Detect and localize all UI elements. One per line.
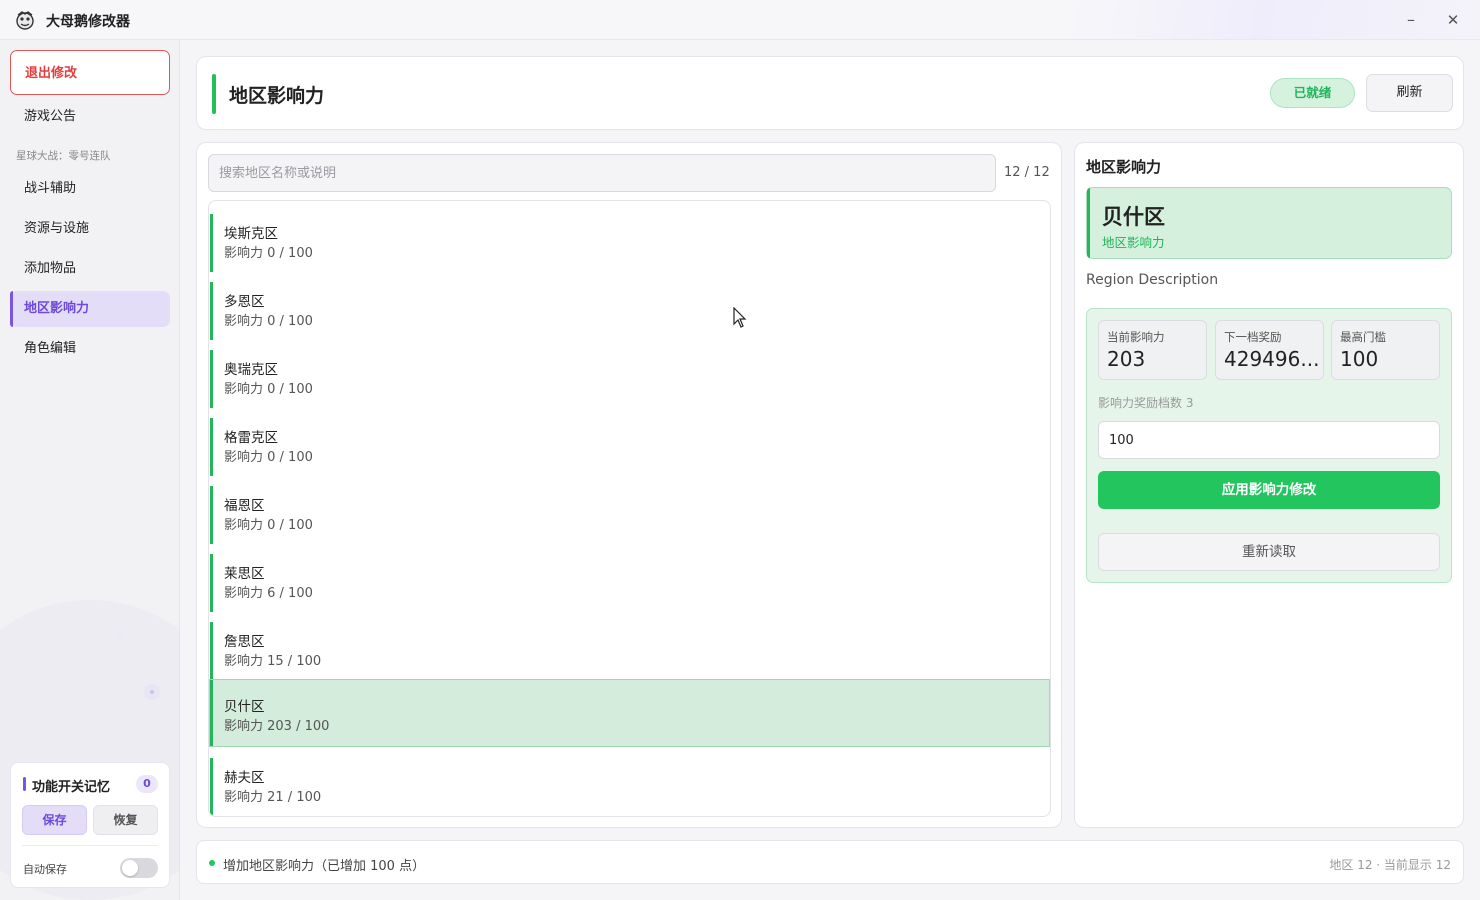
list-item[interactable]: 詹思区 影响力 15 / 100: [210, 622, 1049, 680]
stat-label: 下一档奖励: [1224, 330, 1282, 344]
influence-edit-panel: 当前影响力 203 下一档奖励 429496... 最高门槛 100 影响力奖励…: [1086, 308, 1452, 583]
exit-mod-button[interactable]: 退出修改: [10, 50, 170, 95]
region-name: 多恩区: [224, 294, 265, 310]
selected-region-card: 贝什区 地区影响力: [1086, 187, 1452, 259]
sidebar-item-region-influence[interactable]: 地区影响力: [10, 291, 170, 327]
mouse-cursor-icon: [733, 307, 747, 328]
divider: [22, 845, 158, 846]
region-detail-panel: 地区影响力 贝什区 地区影响力 Region Description 当前影响力…: [1074, 142, 1464, 828]
app-title: 大母鹅修改器: [46, 14, 130, 30]
region-influence: 影响力 203 / 100: [224, 719, 330, 734]
reward-tier-label: 影响力奖励档数 3: [1098, 396, 1194, 410]
search-input[interactable]: [208, 154, 996, 192]
accent-bar: [23, 777, 26, 791]
close-button[interactable]: ✕: [1441, 9, 1465, 31]
sidebar-item-announcement[interactable]: 游戏公告: [10, 99, 170, 135]
stat-value: 429496...: [1224, 347, 1320, 371]
sidebar-decoration-dot: [144, 684, 160, 700]
restore-button[interactable]: 恢复: [93, 805, 158, 835]
minimize-button[interactable]: –: [1399, 9, 1423, 31]
sidebar-item-combat[interactable]: 战斗辅助: [10, 171, 170, 207]
sidebar-item-resources[interactable]: 资源与设施: [10, 211, 170, 247]
region-name: 格雷克区: [224, 430, 278, 446]
save-button[interactable]: 保存: [22, 805, 87, 835]
list-item[interactable]: 奥瑞克区 影响力 0 / 100: [210, 350, 1049, 408]
stat-label: 最高门槛: [1340, 330, 1386, 344]
status-bar: 增加地区影响力（已增加 100 点） 地区 12 · 当前显示 12: [196, 840, 1464, 884]
page-header: 地区影响力 已就绪 刷新: [196, 56, 1464, 130]
detail-heading: 地区影响力: [1086, 158, 1162, 176]
region-name: 奥瑞克区: [224, 362, 278, 378]
feature-memory-title: 功能开关记忆: [32, 780, 111, 795]
current-influence-stat: 当前影响力 203: [1098, 320, 1207, 380]
region-list: 埃斯克区 影响力 0 / 100 多恩区 影响力 0 / 100 奥瑞克区 影响…: [208, 200, 1051, 817]
next-reward-stat: 下一档奖励 429496...: [1215, 320, 1324, 380]
list-item-selected[interactable]: 贝什区 影响力 203 / 100: [209, 679, 1050, 747]
selected-region-name: 贝什区: [1102, 205, 1165, 229]
status-indicator-icon: [209, 860, 215, 866]
region-influence: 影响力 0 / 100: [224, 246, 313, 261]
list-item[interactable]: 赫夫区 影响力 21 / 100: [210, 758, 1049, 816]
region-description: Region Description: [1086, 272, 1219, 288]
region-influence: 影响力 0 / 100: [224, 518, 313, 533]
region-name: 莱思区: [224, 566, 265, 582]
sidebar-item-character-edit[interactable]: 角色编辑: [10, 331, 170, 367]
influence-value-input[interactable]: [1098, 421, 1440, 459]
reread-button[interactable]: 重新读取: [1098, 533, 1440, 571]
stat-value: 203: [1107, 347, 1146, 371]
region-name: 詹思区: [224, 634, 265, 650]
list-item[interactable]: 格雷克区 影响力 0 / 100: [210, 418, 1049, 476]
region-influence: 影响力 0 / 100: [224, 382, 313, 397]
status-badge: 已就绪: [1270, 78, 1355, 108]
region-influence: 影响力 21 / 100: [224, 790, 322, 805]
sidebar-group-label: 星球大战：零号连队: [16, 150, 111, 162]
result-count: 12 / 12: [1004, 165, 1050, 180]
list-item[interactable]: 福恩区 影响力 0 / 100: [210, 486, 1049, 544]
status-summary: 地区 12 · 当前显示 12: [1329, 858, 1451, 872]
list-item[interactable]: 多恩区 影响力 0 / 100: [210, 282, 1049, 340]
stat-label: 当前影响力: [1107, 330, 1165, 344]
apply-influence-button[interactable]: 应用影响力修改: [1098, 471, 1440, 509]
accent-bar: [212, 74, 216, 114]
region-influence: 影响力 15 / 100: [224, 654, 322, 669]
region-influence: 影响力 0 / 100: [224, 450, 313, 465]
sidebar-item-add-items[interactable]: 添加物品: [10, 251, 170, 287]
max-threshold-stat: 最高门槛 100: [1331, 320, 1440, 380]
region-name: 埃斯克区: [224, 226, 278, 242]
status-message: 增加地区影响力（已增加 100 点）: [223, 859, 426, 874]
goose-logo-icon: [16, 11, 34, 30]
refresh-button[interactable]: 刷新: [1366, 74, 1453, 112]
region-name: 福恩区: [224, 498, 265, 514]
feature-memory-card: 功能开关记忆 0 保存 恢复 自动保存: [10, 762, 170, 888]
sidebar: 退出修改 游戏公告 星球大战：零号连队 战斗辅助 资源与设施 添加物品 地区影响…: [0, 40, 180, 900]
region-name: 贝什区: [224, 699, 265, 715]
list-item[interactable]: 埃斯克区 影响力 0 / 100: [210, 214, 1049, 272]
stat-value: 100: [1340, 347, 1379, 371]
region-influence: 影响力 0 / 100: [224, 314, 313, 329]
selected-region-subtitle: 地区影响力: [1102, 235, 1165, 250]
page-title: 地区影响力: [229, 85, 325, 107]
auto-save-toggle[interactable]: [120, 858, 158, 878]
list-item[interactable]: 莱思区 影响力 6 / 100: [210, 554, 1049, 612]
region-list-panel: 12 / 12 埃斯克区 影响力 0 / 100 多恩区 影响力 0 / 100…: [196, 142, 1062, 828]
title-bar: 大母鹅修改器 – ✕: [0, 0, 1480, 40]
memory-count-badge: 0: [136, 775, 158, 793]
auto-save-label: 自动保存: [23, 863, 67, 876]
sidebar-decoration-dot: [116, 630, 124, 638]
region-name: 赫夫区: [224, 770, 265, 786]
region-influence: 影响力 6 / 100: [224, 586, 313, 601]
